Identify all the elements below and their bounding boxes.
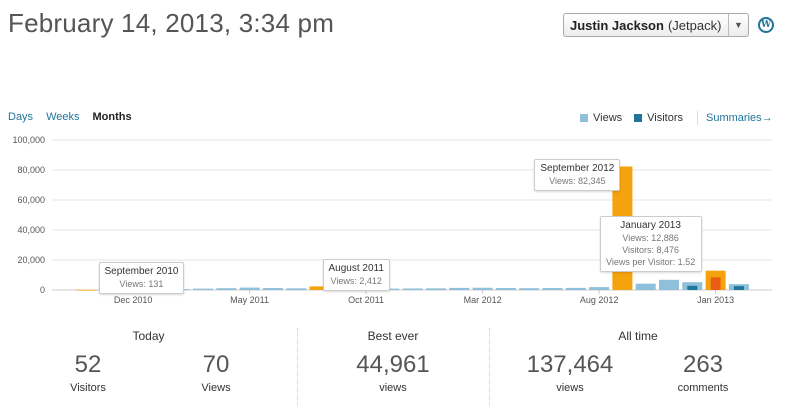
y-tick-label: 0 [40,285,45,295]
user-name: Justin Jackson [570,17,664,33]
views-bar[interactable] [495,288,516,290]
tab-weeks[interactable]: Weeks [46,111,79,123]
tooltip-line: Views: 131 [119,279,164,289]
views-bar[interactable] [589,287,610,290]
views-bar[interactable] [426,288,446,290]
legend-visitors-label: Visitors [647,112,684,124]
legend-visitors[interactable]: Visitors [634,112,683,124]
user-site: (Jetpack) [667,17,722,33]
visitors-bar[interactable] [733,286,744,290]
all-time-heading: All time [618,329,658,343]
today-views-label: Views [201,382,231,394]
all-time-comments-label: comments [677,382,729,394]
tab-days[interactable]: Days [8,111,33,123]
legend-views-swatch [580,114,588,122]
x-tick-label: Mar 2012 [464,295,502,305]
y-tick-label: 60,000 [17,195,45,205]
all-time-views-label: views [556,382,584,394]
tooltip-line: Views: 12,886 [622,233,679,243]
views-bar[interactable] [635,283,656,290]
views-bar[interactable] [239,287,260,290]
x-tick-label: Oct 2011 [348,295,384,305]
stats-summary: Today 52 Visitors 70 Views Best ever 44,… [0,320,787,410]
legend-visitors-swatch [634,114,643,122]
tooltip-line: Views per Visitor: 1.52 [605,257,696,267]
today-heading: Today [132,329,165,343]
chart-legend: Views Visitors Summaries→ [580,111,773,125]
best-ever-views-label: views [379,382,407,394]
chart-tooltip: August 2011 Views: 2,412 [322,259,390,291]
x-tick-label: Dec 2010 [114,295,153,305]
views-bar[interactable] [286,288,307,290]
legend-divider [697,111,699,125]
today-visitors-label: Visitors [70,382,106,394]
views-bar[interactable] [542,288,563,290]
views-bar[interactable] [76,289,97,291]
legend-views-label: Views [593,112,623,124]
x-tick-label: May 2011 [230,295,269,305]
views-bar[interactable] [449,287,470,290]
tab-months[interactable]: Months [92,111,131,123]
legend-views[interactable]: Views [580,112,622,124]
views-bar[interactable] [519,288,540,290]
x-tick-label: Aug 2012 [580,295,619,305]
y-tick-label: 80,000 [17,165,45,175]
views-bar[interactable] [262,288,283,290]
y-tick-label: 20,000 [17,255,45,265]
all-time-panel: All time 137,464 views 263 comments [489,320,787,406]
user-select[interactable]: Justin Jackson (Jetpack) ▼ [563,13,749,37]
views-bar[interactable] [472,287,493,290]
views-bar[interactable] [216,288,237,290]
tooltip-line: Visitors: 8,476 [622,245,680,255]
visitors-bar[interactable] [710,277,721,290]
best-ever-heading: Best ever [367,329,419,343]
chart-tooltip: January 2013 Views: 12,886 Visitors: 8,476… [599,216,702,272]
chart-tooltip: September 2010 Views: 131 [98,262,185,294]
chevron-down-icon[interactable]: ▼ [728,14,748,36]
today-views-value: 70 [202,351,230,378]
tooltip-title: January 2013 [620,220,681,231]
all-time-views-value: 137,464 [526,351,614,378]
views-bar[interactable] [659,279,679,290]
page-title: February 14, 2013, 3:34 pm [8,8,335,38]
tooltip-title: September 2012 [540,163,615,174]
today-visitors-value: 52 [74,351,102,378]
tooltip-title: September 2010 [104,266,179,277]
y-tick-label: 100,000 [12,135,45,145]
views-bar[interactable] [565,287,586,290]
views-bar[interactable] [193,288,213,290]
best-ever-panel: Best ever 44,961 views [297,320,489,406]
tooltip-line: Views: 82,345 [549,176,606,186]
chart-tooltip: September 2012 Views: 82,345 [534,159,621,191]
tooltip-title: August 2011 [328,263,384,274]
best-ever-views-value: 44,961 [356,351,430,378]
views-bar[interactable] [402,288,423,291]
x-tick-label: Jan 2013 [697,295,734,305]
tooltip-line: Views: 2,412 [330,276,382,286]
y-tick-label: 40,000 [17,225,45,235]
wordpress-icon[interactable]: W [758,17,774,33]
visitors-bar[interactable] [687,285,698,290]
summaries-link[interactable]: Summaries→ [706,112,773,124]
period-tabs: Days Weeks Months [8,111,145,123]
today-panel: Today 52 Visitors 70 Views [0,320,297,406]
all-time-comments-value: 263 [682,351,724,378]
